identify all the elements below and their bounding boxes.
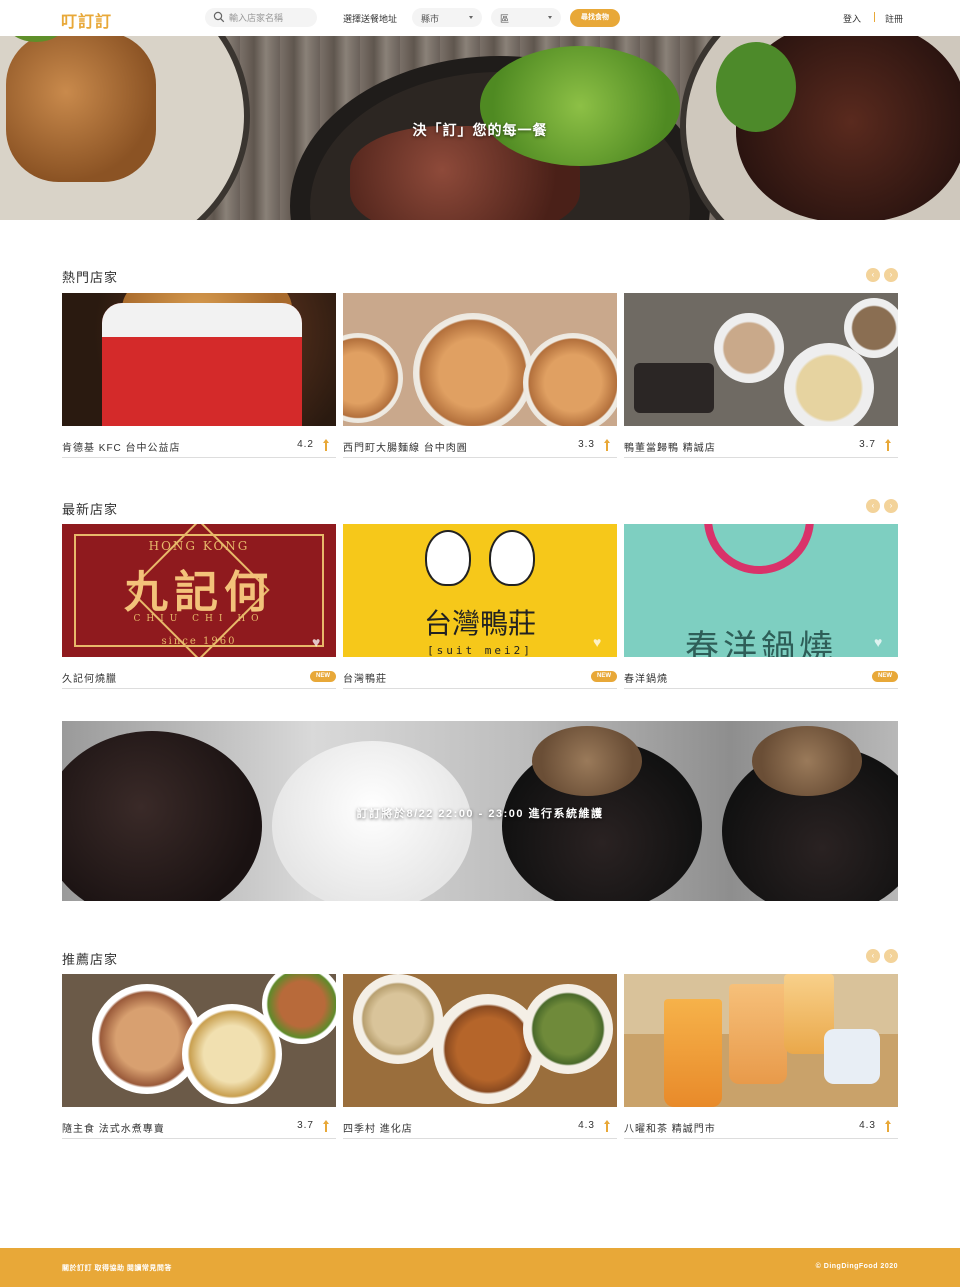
store-name: 八曜和茶 精誠門市	[624, 1124, 716, 1135]
store-logo-image: 春洋鍋燒 ♥	[624, 524, 898, 657]
logo-text: 台灣鴨莊	[423, 607, 536, 640]
card-divider	[624, 688, 898, 689]
store-name: 台灣鴨莊	[343, 674, 387, 685]
recommended-carousel-controls: ‹ ›	[866, 949, 898, 963]
popular-section-title: 熱門店家	[62, 270, 119, 285]
logo-text: [suit mei2]	[427, 644, 533, 657]
search-placeholder: 輸入店家名稱	[229, 13, 284, 23]
card-divider	[343, 688, 617, 689]
store-name: 西門町大腸麵線 台中肉圓	[343, 443, 468, 454]
chevron-left-icon[interactable]: ‹	[866, 268, 880, 282]
arrow-up-icon	[323, 439, 329, 451]
store-rating: 3.7	[859, 439, 876, 450]
logo-text: since 1960	[161, 636, 237, 647]
footer-copyright: © DingDingFood 2020	[815, 1263, 898, 1270]
district-select[interactable]: 區	[491, 8, 561, 27]
store-name: 鴨董當歸鴨 精誠店	[624, 443, 716, 454]
chevron-down-icon	[548, 16, 552, 19]
store-rating: 4.3	[578, 1120, 595, 1131]
hero-banner: 決「訂」您的每一餐	[0, 36, 960, 220]
store-rating: 3.3	[578, 439, 595, 450]
chevron-left-icon[interactable]: ‹	[866, 499, 880, 513]
arrow-up-icon	[323, 1120, 329, 1132]
card-divider	[62, 1138, 336, 1139]
city-select-value: 縣市	[421, 14, 440, 24]
hero-slogan: 決「訂」您的每一餐	[412, 122, 548, 138]
store-image	[62, 974, 336, 1107]
chevron-right-icon[interactable]: ›	[884, 499, 898, 513]
new-badge: NEW	[310, 671, 336, 682]
heart-icon[interactable]: ♥	[312, 635, 326, 649]
store-image	[624, 974, 898, 1107]
arrow-up-icon	[885, 439, 891, 451]
announcement-text: 訂訂將於8/22 22:00 - 23:00 進行系統維護	[356, 808, 604, 820]
store-name: 隨主食 法式水煮專賣	[62, 1124, 165, 1135]
top-navbar: 叮訂訂 輸入店家名稱 選擇送餐地址 縣市 區 尋找食物 登入 註冊	[0, 0, 960, 36]
card-divider	[62, 688, 336, 689]
nav-divider	[874, 12, 875, 22]
arrow-up-icon	[885, 1120, 891, 1132]
logo-text: HONG KONG	[148, 539, 250, 553]
new-badge: NEW	[872, 671, 898, 682]
city-select[interactable]: 縣市	[412, 8, 482, 27]
search-input[interactable]: 輸入店家名稱	[205, 8, 317, 27]
card-divider	[624, 1138, 898, 1139]
chevron-right-icon[interactable]: ›	[884, 949, 898, 963]
card-divider	[624, 457, 898, 458]
store-name: 四季村 進化店	[343, 1124, 413, 1135]
store-image	[62, 293, 336, 426]
heart-icon[interactable]: ♥	[874, 635, 888, 649]
arrow-up-icon	[604, 1120, 610, 1132]
store-logo-image: 台灣鴨莊 [suit mei2] ♥	[343, 524, 617, 657]
register-link[interactable]: 註冊	[885, 12, 903, 25]
store-rating: 4.2	[297, 439, 314, 450]
district-select-value: 區	[500, 14, 510, 24]
newest-carousel-controls: ‹ ›	[866, 499, 898, 513]
site-footer: 關於訂訂 取得協助 閱讀常見問答 © DingDingFood 2020	[0, 1248, 960, 1287]
newest-section-title: 最新店家	[62, 502, 119, 517]
store-image	[343, 974, 617, 1107]
login-link[interactable]: 登入	[843, 12, 861, 25]
store-image	[343, 293, 617, 426]
store-name: 肯德基 KFC 台中公益店	[62, 443, 181, 454]
store-rating: 4.3	[859, 1120, 876, 1131]
arrow-up-icon	[604, 439, 610, 451]
new-badge: NEW	[591, 671, 617, 682]
card-divider	[343, 1138, 617, 1139]
store-image	[624, 293, 898, 426]
logo-text: 春洋鍋燒	[685, 628, 837, 657]
site-logo[interactable]: 叮訂訂	[61, 8, 112, 32]
chevron-right-icon[interactable]: ›	[884, 268, 898, 282]
address-label: 選擇送餐地址	[343, 14, 398, 24]
store-name: 久記何燒臘	[62, 674, 117, 685]
search-icon	[213, 11, 225, 23]
heart-icon[interactable]: ♥	[593, 635, 607, 649]
chevron-down-icon	[469, 16, 473, 19]
announcement-banner[interactable]: 訂訂將於8/22 22:00 - 23:00 進行系統維護	[62, 721, 898, 901]
card-divider	[343, 457, 617, 458]
popular-carousel-controls: ‹ ›	[866, 268, 898, 282]
store-logo-image: HONG KONG 九記何 CHIU CHI HO since 1960 ♥	[62, 524, 336, 657]
chevron-left-icon[interactable]: ‹	[866, 949, 880, 963]
logo-text: CHIU CHI HO	[133, 614, 265, 624]
store-rating: 3.7	[297, 1120, 314, 1131]
recommended-section-title: 推薦店家	[62, 952, 119, 967]
logo-text: 九記何	[124, 567, 274, 618]
store-name: 春洋鍋燒	[624, 674, 668, 685]
card-divider	[62, 457, 336, 458]
find-food-button[interactable]: 尋找食物	[570, 9, 620, 27]
footer-links[interactable]: 關於訂訂 取得協助 閱讀常見問答	[62, 1263, 172, 1273]
